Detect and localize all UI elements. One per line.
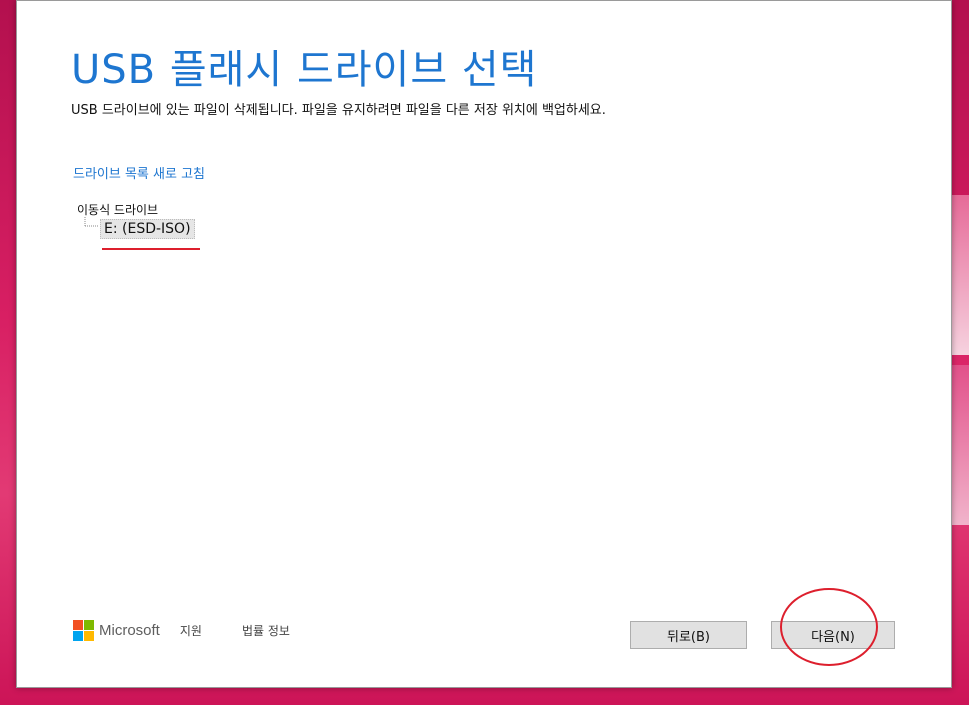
drive-tree: 이동식 드라이브 E: (ESD-ISO) — [77, 199, 377, 259]
refresh-drive-list-link[interactable]: 드라이브 목록 새로 고침 — [73, 163, 205, 182]
warning-description: USB 드라이브에 있는 파일이 삭제됩니다. 파일을 유지하려면 파일을 다른… — [71, 103, 606, 118]
usb-selection-dialog: USB 플래시 드라이브 선택 USB 드라이브에 있는 파일이 삭제됩니다. … — [16, 0, 952, 688]
microsoft-brand-text: Microsoft — [99, 621, 160, 639]
drive-item-e[interactable]: E: (ESD-ISO) — [100, 219, 195, 239]
support-link[interactable]: 지원 — [180, 622, 202, 639]
tree-root-removable-drives: 이동식 드라이브 — [77, 203, 159, 217]
annotation-underline — [102, 248, 200, 250]
tree-connector-icon — [84, 217, 98, 227]
microsoft-logo-icon — [73, 619, 94, 641]
footer: Microsoft 지원 법률 정보 — [73, 617, 330, 643]
legal-info-link[interactable]: 법률 정보 — [242, 622, 290, 639]
desktop-background: USB 플래시 드라이브 선택 USB 드라이브에 있는 파일이 삭제됩니다. … — [0, 0, 969, 705]
page-title: USB 플래시 드라이브 선택 — [71, 47, 538, 93]
back-button[interactable]: 뒤로(B) — [630, 621, 747, 649]
next-button[interactable]: 다음(N) — [771, 621, 895, 649]
